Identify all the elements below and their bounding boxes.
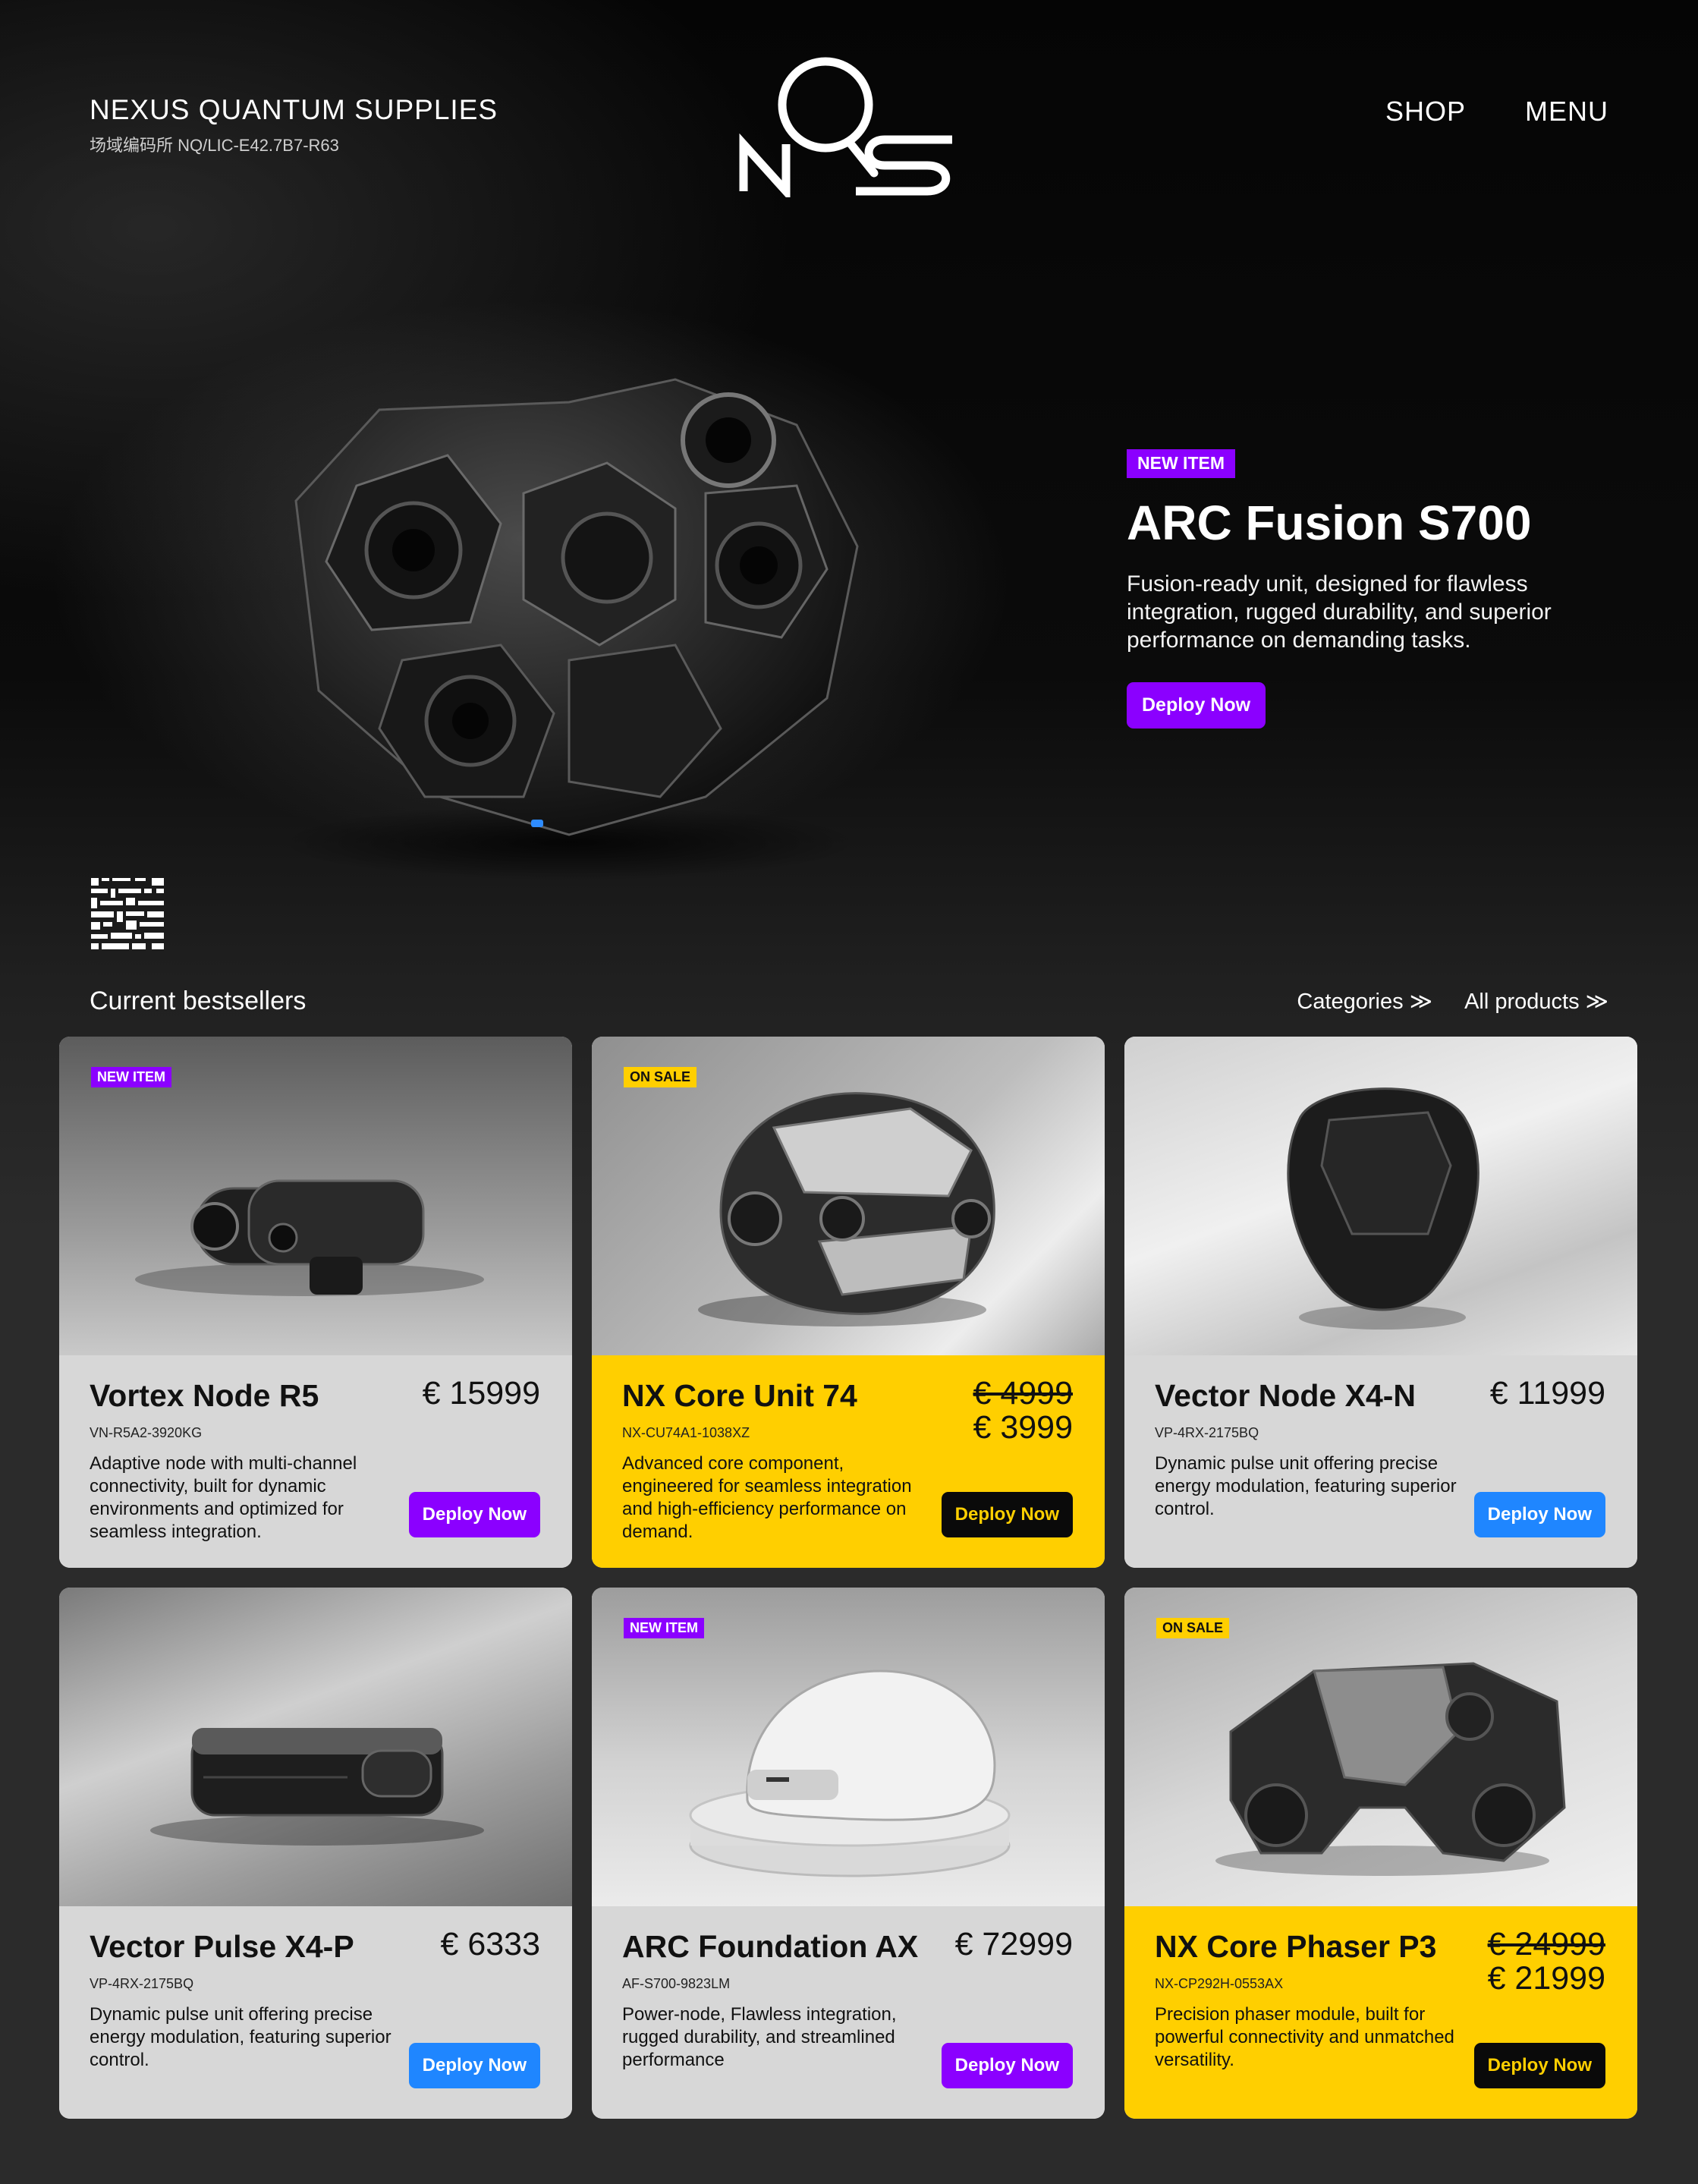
product-price-block: € 11999 bbox=[1489, 1375, 1605, 1411]
product-name: Vortex Node R5 bbox=[90, 1378, 319, 1413]
product-info: ARC Foundation AX AF-S700-9823LM Power-n… bbox=[592, 1906, 1105, 2119]
product-image: ON SALE bbox=[1124, 1588, 1637, 1906]
product-description: Advanced core component, engineered for … bbox=[622, 1453, 912, 1542]
product-price: € 3999 bbox=[973, 1409, 1073, 1446]
product-badge: NEW ITEM bbox=[91, 1067, 171, 1088]
bestsellers-links: Categories ≫ All products ≫ bbox=[1297, 988, 1608, 1015]
deploy-button[interactable]: Deploy Now bbox=[941, 2043, 1073, 2088]
hero-info: NEW ITEM ARC Fusion S700 Fusion-ready un… bbox=[1127, 449, 1612, 729]
product-sku: NX-CP292H-0553AX bbox=[1155, 1976, 1284, 1991]
product-sku: NX-CU74A1-1038XZ bbox=[622, 1425, 750, 1440]
nqs-logo[interactable] bbox=[736, 53, 964, 197]
product-illustration bbox=[150, 1728, 484, 1846]
product-grid: NEW ITEM Vortex Node R5 VN-R5A2-3920KG A… bbox=[59, 1037, 1637, 2119]
hero-deploy-button[interactable]: Deploy Now bbox=[1127, 681, 1266, 729]
nav-menu[interactable]: MENU bbox=[1525, 96, 1608, 127]
product-price-block: € 15999 bbox=[422, 1375, 540, 1411]
product-price-block: € 6333 bbox=[440, 1926, 540, 1962]
product-image bbox=[59, 1588, 572, 1906]
hero-badge: NEW ITEM bbox=[1127, 449, 1235, 478]
product-sku: VN-R5A2-3920KG bbox=[90, 1425, 203, 1440]
product-price: € 21999 bbox=[1487, 1960, 1605, 1997]
product-badge: ON SALE bbox=[1156, 1618, 1230, 1639]
product-card[interactable]: NEW ITEM ARC Foundation AX AF-S700-9823L… bbox=[592, 1588, 1105, 2119]
product-name: NX Core Unit 74 bbox=[622, 1378, 857, 1413]
product-old-price: € 24999 bbox=[1487, 1926, 1605, 1962]
product-name: Vector Node X4-N bbox=[1155, 1378, 1417, 1413]
deploy-button[interactable]: Deploy Now bbox=[408, 2043, 540, 2088]
product-description: Power-node, Flawless integration, rugged… bbox=[622, 2004, 897, 2070]
product-image bbox=[1124, 1037, 1637, 1355]
hero-product-image bbox=[281, 378, 859, 880]
product-description: Adaptive node with multi-channel connect… bbox=[90, 1453, 357, 1542]
deploy-button[interactable]: Deploy Now bbox=[1473, 2043, 1605, 2088]
product-info: Vector Node X4-N VP-4RX-2175BQ Dynamic p… bbox=[1124, 1355, 1637, 1568]
brand-code: 场域编码所 NQ/LIC-E42.7B7-R63 bbox=[90, 136, 339, 155]
product-sku: VP-4RX-2175BQ bbox=[90, 1976, 194, 1991]
product-image: NEW ITEM bbox=[592, 1588, 1105, 1906]
product-badge: NEW ITEM bbox=[624, 1618, 704, 1639]
product-image: NEW ITEM bbox=[59, 1037, 572, 1355]
product-price: € 11999 bbox=[1489, 1375, 1605, 1411]
deploy-button[interactable]: Deploy Now bbox=[1473, 1492, 1605, 1537]
product-name: ARC Foundation AX bbox=[622, 1929, 919, 1964]
product-description: Precision phaser module, built for power… bbox=[1155, 2004, 1454, 2070]
all-products-link[interactable]: All products ≫ bbox=[1464, 988, 1608, 1015]
hero-title: ARC Fusion S700 bbox=[1127, 495, 1532, 550]
product-name: NX Core Phaser P3 bbox=[1155, 1929, 1437, 1964]
brand-name: NEXUS QUANTUM SUPPLIES bbox=[90, 94, 498, 125]
product-info: Vector Pulse X4-P VP-4RX-2175BQ Dynamic … bbox=[59, 1906, 572, 2119]
categories-link[interactable]: Categories ≫ bbox=[1297, 988, 1432, 1015]
product-card[interactable]: ON SALE NX Core Phaser P3 NX-CP292H-0553… bbox=[1124, 1588, 1637, 2119]
product-price-block: € 72999 bbox=[954, 1926, 1073, 1962]
product-price: € 6333 bbox=[440, 1926, 540, 1962]
product-description: Dynamic pulse unit offering precise ener… bbox=[90, 2004, 391, 2070]
product-illustration bbox=[1287, 1087, 1479, 1330]
product-sku: VP-4RX-2175BQ bbox=[1155, 1425, 1259, 1440]
product-info: NX Core Phaser P3 NX-CP292H-0553AX Preci… bbox=[1124, 1906, 1637, 2119]
product-old-price: € 4999 bbox=[973, 1375, 1073, 1411]
product-card[interactable]: Vector Node X4-N VP-4RX-2175BQ Dynamic p… bbox=[1124, 1037, 1637, 1568]
product-info: Vortex Node R5 VN-R5A2-3920KG Adaptive n… bbox=[59, 1355, 572, 1568]
qr-code-icon[interactable] bbox=[91, 878, 164, 949]
hero-description: Fusion-ready unit, designed for flawless… bbox=[1127, 571, 1552, 653]
top-nav: SHOP MENU bbox=[1385, 96, 1608, 127]
product-image: ON SALE bbox=[592, 1037, 1105, 1355]
product-price-block: € 4999 € 3999 bbox=[973, 1375, 1073, 1446]
product-price-block: € 24999 € 21999 bbox=[1487, 1926, 1605, 1997]
bestsellers-bar: Current bestsellers Categories ≫ All pro… bbox=[90, 987, 1608, 1016]
product-card[interactable]: NEW ITEM Vortex Node R5 VN-R5A2-3920KG A… bbox=[59, 1037, 572, 1568]
product-card[interactable]: Vector Pulse X4-P VP-4RX-2175BQ Dynamic … bbox=[59, 1588, 572, 2119]
deploy-button[interactable]: Deploy Now bbox=[408, 1492, 540, 1537]
product-price: € 72999 bbox=[954, 1926, 1073, 1962]
product-card[interactable]: ON SALE NX Core Unit 74 NX-CU74A1-1038XZ… bbox=[592, 1037, 1105, 1568]
bestsellers-title: Current bestsellers bbox=[90, 987, 307, 1015]
product-price: € 15999 bbox=[422, 1375, 540, 1411]
product-info: NX Core Unit 74 NX-CU74A1-1038XZ Advance… bbox=[592, 1355, 1105, 1568]
brand-block[interactable]: NEXUS QUANTUM SUPPLIES 场域编码所 NQ/LIC-E42.… bbox=[90, 94, 498, 156]
product-badge: ON SALE bbox=[624, 1067, 697, 1088]
nav-shop[interactable]: SHOP bbox=[1385, 96, 1466, 127]
product-name: Vector Pulse X4-P bbox=[90, 1929, 354, 1964]
product-description: Dynamic pulse unit offering precise ener… bbox=[1155, 1453, 1457, 1519]
deploy-button[interactable]: Deploy Now bbox=[941, 1492, 1073, 1537]
product-sku: AF-S700-9823LM bbox=[622, 1976, 731, 1991]
